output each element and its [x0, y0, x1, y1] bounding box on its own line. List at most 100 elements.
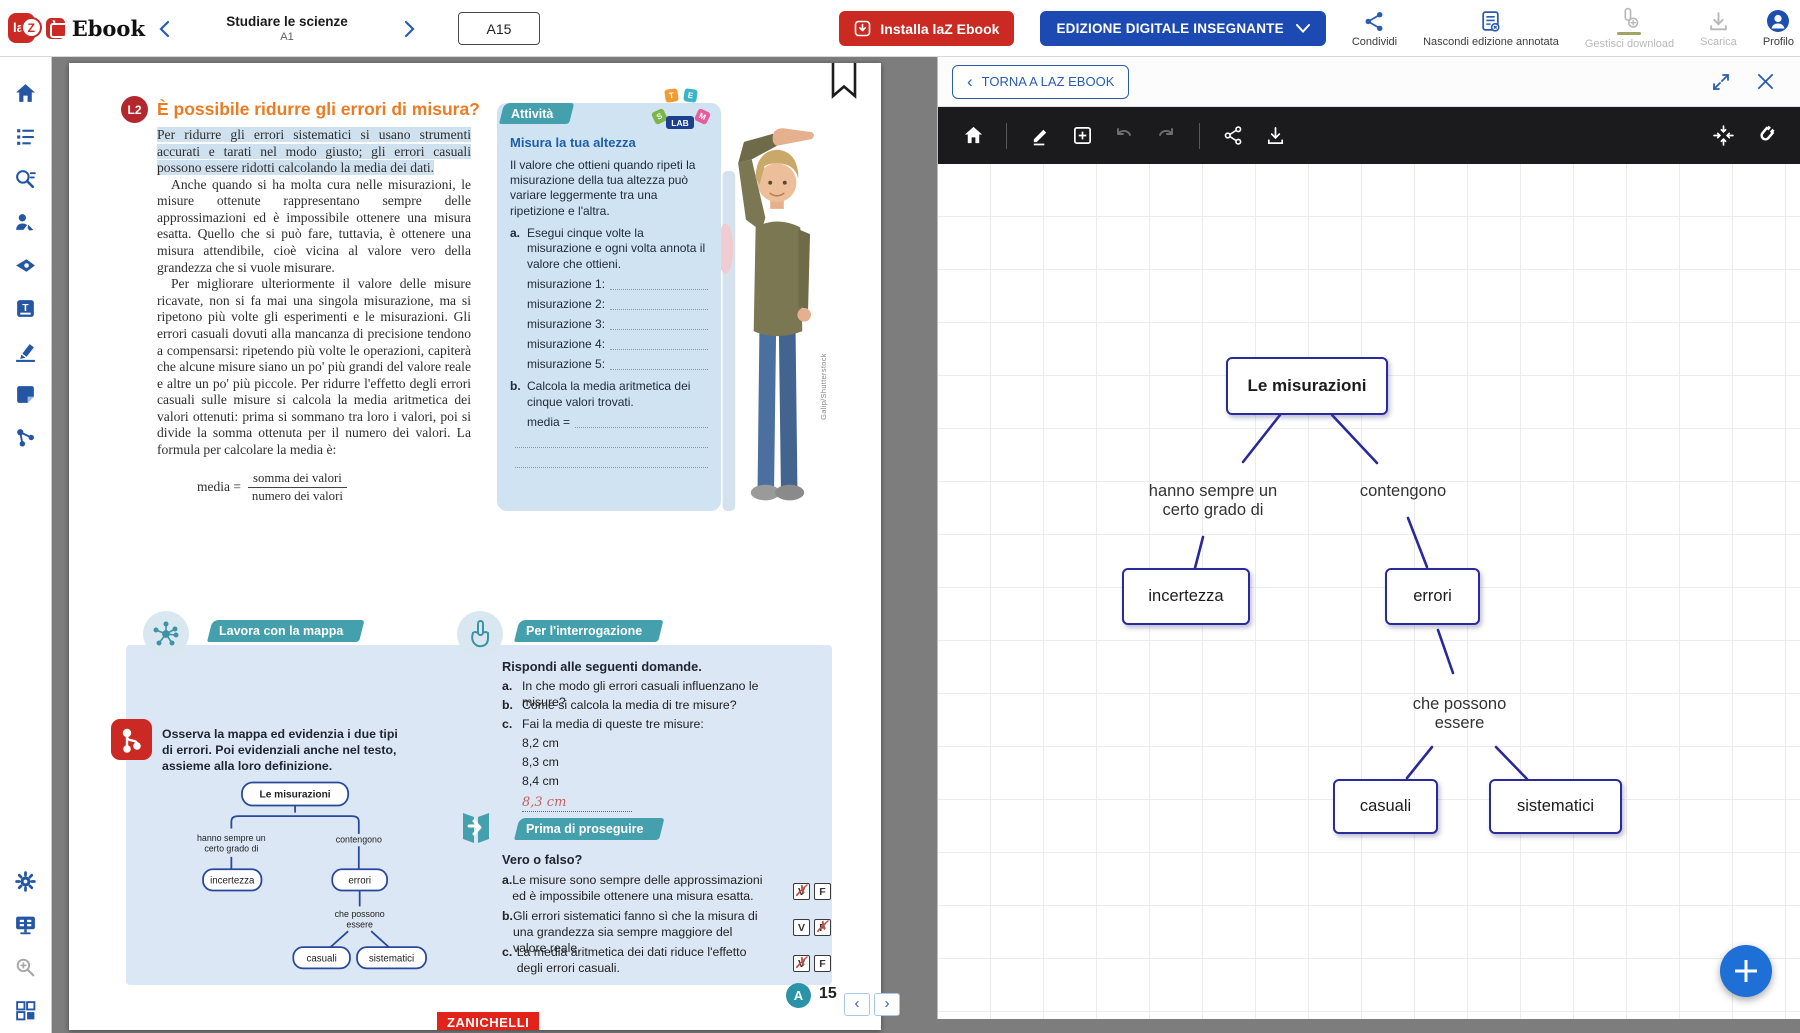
svg-text:errori: errori: [348, 875, 371, 886]
tf-statement-a: a. Le misure sono sempre delle approssima…: [502, 873, 764, 905]
continue-book-icon: [459, 809, 493, 847]
activity-title: Misura la tua altezza: [510, 135, 636, 150]
annotated-edition-action[interactable]: Nascondi edizione annotata: [1423, 10, 1559, 48]
blank-answer-line: [510, 434, 708, 450]
map-node-incertezza[interactable]: incertezza: [1122, 568, 1250, 625]
item-a-text: Esegui cinque volte la misurazione e ogn…: [527, 226, 706, 271]
settings-gear-icon[interactable]: [6, 861, 46, 901]
expand-icon[interactable]: [1706, 67, 1736, 97]
download-action: Scarica: [1700, 10, 1737, 48]
map-download-icon[interactable]: [1258, 119, 1292, 153]
page-number-input[interactable]: A15: [458, 12, 540, 45]
share-action[interactable]: Condividi: [1352, 10, 1397, 48]
user-notes-icon[interactable]: [6, 202, 46, 242]
tf-checkbox-v[interactable]: V: [793, 919, 810, 936]
pen-tool-icon[interactable]: [6, 245, 46, 285]
book-meta[interactable]: Studiare le scienze A1: [182, 14, 392, 43]
bookmark-icon[interactable]: [831, 63, 857, 99]
laz-logo-icon: la Z: [8, 13, 42, 43]
map-node-casuali[interactable]: casuali: [1333, 779, 1438, 834]
svg-text:sistematici: sistematici: [369, 953, 414, 964]
audio-badge[interactable]: A: [786, 983, 811, 1008]
map-node-root[interactable]: Le misurazioni: [1226, 357, 1388, 415]
tf-checkbox-v[interactable]: V ✗: [793, 881, 810, 900]
textbook-page: L2 È possibile ridurre gli errori di mis…: [69, 63, 881, 1030]
download-box-icon: [855, 20, 871, 37]
map-edge-label-left[interactable]: hanno sempre un certo grado di: [1133, 482, 1293, 521]
magnet-snap-icon[interactable]: [1748, 119, 1782, 153]
install-button[interactable]: Installa laZ Ebook: [839, 11, 1015, 46]
add-node-icon[interactable]: [1065, 119, 1099, 153]
map-home-icon[interactable]: [956, 119, 990, 153]
formula-denominator: numero dei valori: [251, 489, 343, 504]
measurement-row: misurazione 2:: [510, 297, 708, 312]
item-b-text: Calcola la media aritmetica dei cinque v…: [527, 379, 691, 409]
manage-downloads-icon: [1624, 7, 1639, 28]
profile-icon: [1767, 10, 1790, 32]
tf-marker: a.: [502, 873, 513, 887]
stem-lab-label: LAB: [666, 116, 694, 129]
v-letter: V: [797, 921, 805, 934]
svg-text:essere: essere: [346, 920, 373, 930]
tf-marker: c.: [502, 945, 513, 959]
concept-map-panel: ‹ TORNA A LAZ EBOOK Le misurazioni hanno…: [937, 57, 1800, 1019]
dotted-line: [610, 309, 708, 311]
map-share-icon[interactable]: [1216, 119, 1250, 153]
close-icon[interactable]: [1750, 67, 1780, 97]
map-edge-label-bottom[interactable]: che possono essere: [1392, 695, 1527, 734]
paragraph-2: Anche quando si ha molta cura nelle misu…: [157, 176, 471, 275]
tf-checkbox-f[interactable]: F: [814, 883, 831, 900]
profile-action[interactable]: Profilo: [1763, 9, 1794, 48]
tf-boxes-c: V ✗ F: [793, 953, 831, 972]
handwritten-x-mark: ✗: [794, 881, 808, 900]
prev-page-button[interactable]: [148, 12, 182, 46]
activity-item-a: a. Esegui cinque volte la misurazione e …: [510, 226, 708, 272]
search-icon[interactable]: [6, 159, 46, 199]
edition-dropdown-button[interactable]: EDIZIONE DIGITALE INSEGNANTE: [1040, 11, 1326, 46]
measurement-label: misurazione 5:: [527, 356, 606, 371]
install-label: Installa laZ Ebook: [880, 20, 1000, 37]
map-instruction: Osserva la mappa ed evidenzia i due tipi…: [162, 727, 398, 773]
sticky-note-icon[interactable]: [6, 374, 46, 414]
map-canvas[interactable]: Le misurazioni hanno sempre un certo gra…: [938, 164, 1800, 1019]
top-bar: la Z Ebook Studiare le scienze A1 A15 In…: [0, 0, 1800, 57]
home-icon[interactable]: [6, 73, 46, 113]
back-to-ebook-button[interactable]: ‹ TORNA A LAZ EBOOK: [952, 64, 1130, 99]
svg-text:incertezza: incertezza: [210, 875, 255, 886]
svg-text:contengono: contengono: [336, 835, 382, 845]
draw-pencil-icon[interactable]: [1023, 119, 1057, 153]
continue-tab: Prima di proseguire: [514, 818, 659, 840]
measurement-row: misurazione 1:: [510, 277, 708, 292]
viewer-prev-button[interactable]: ‹: [844, 993, 870, 1016]
tf-checkbox-v[interactable]: V ✗: [793, 953, 810, 972]
tf-statement-c: c. La media aritmetica dei dati riduce l'…: [502, 945, 764, 977]
tf-checkbox-f[interactable]: F: [814, 955, 831, 972]
measurement-row: misurazione 5:: [510, 357, 708, 372]
map-node-sistematici[interactable]: sistematici: [1489, 779, 1622, 834]
zoom-in-icon: [6, 947, 46, 987]
question-c: c. Fai la media di queste tre misure:: [502, 717, 802, 733]
measurement-label: misurazione 3:: [527, 316, 606, 331]
highlighter-icon[interactable]: [6, 331, 46, 371]
left-sidebar: T: [0, 57, 52, 1033]
whiteboard-mode-icon[interactable]: [6, 904, 46, 944]
viewer-next-button[interactable]: ›: [874, 993, 900, 1016]
svg-text:che possono: che possono: [335, 909, 385, 919]
f-letter: F: [819, 885, 826, 898]
map-node-errori[interactable]: errori: [1385, 568, 1480, 625]
table-of-contents-icon[interactable]: [6, 116, 46, 156]
app-logo[interactable]: la Z Ebook: [0, 13, 145, 43]
add-node-fab[interactable]: [1720, 945, 1772, 997]
map-edge-label-right[interactable]: contengono: [1338, 482, 1468, 501]
next-page-button[interactable]: [392, 12, 426, 46]
concept-map-icon[interactable]: [6, 417, 46, 457]
dotted-line: [610, 349, 708, 351]
dotted-line: [610, 369, 708, 371]
text-box-icon[interactable]: T: [6, 288, 46, 328]
interrogation-tab: Per l'interrogazione: [514, 620, 658, 642]
tf-checkbox-f[interactable]: F ✗: [814, 917, 831, 936]
map-section-icon: [143, 611, 189, 657]
apps-grid-icon[interactable]: [6, 990, 46, 1030]
activity-box: Attività S T E M LAB Misura la tua altez…: [497, 88, 721, 511]
center-map-icon[interactable]: [1706, 119, 1740, 153]
